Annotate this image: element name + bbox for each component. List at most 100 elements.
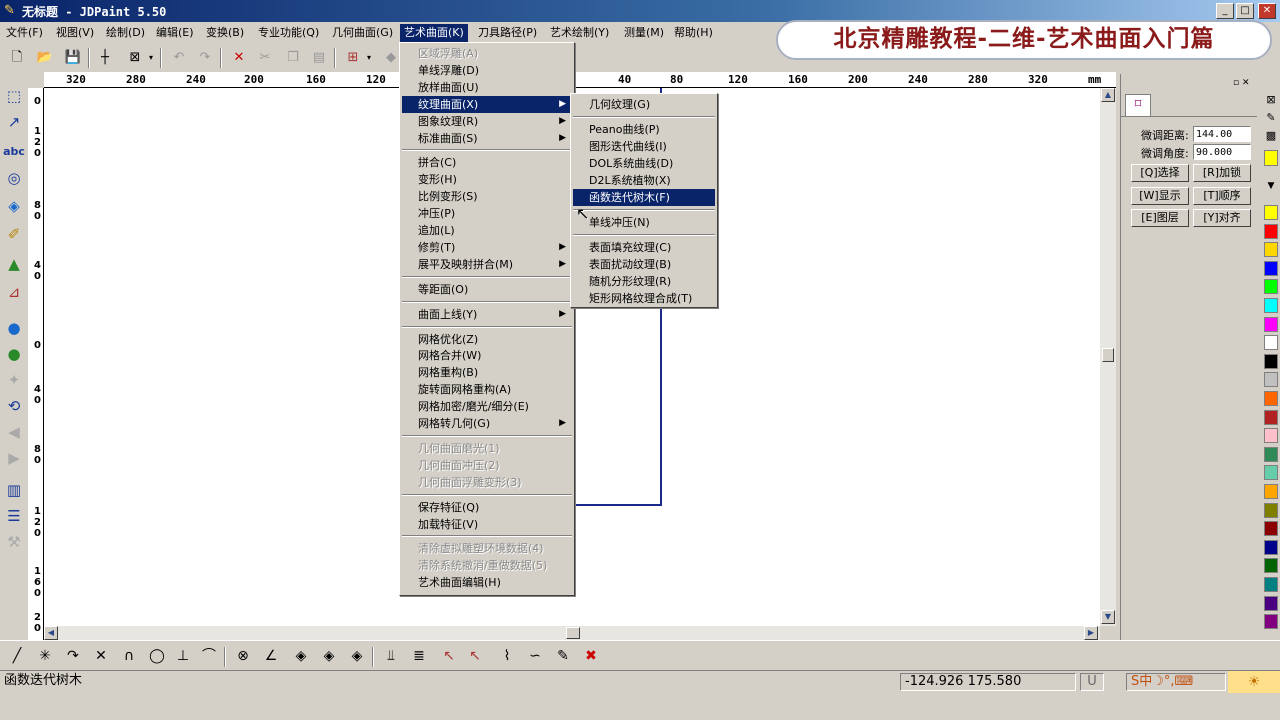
color-swatch[interactable] xyxy=(1264,539,1278,555)
color-swatch[interactable] xyxy=(1264,502,1278,518)
perpendicular-icon[interactable]: ⊥ xyxy=(172,645,194,667)
horizontal-scroll-thumb[interactable] xyxy=(566,627,580,639)
copy-icon[interactable]: ❐ xyxy=(282,47,304,69)
menu-view[interactable]: 视图(V) xyxy=(52,24,98,42)
menu-item-5[interactable]: D2L系统植物(X) xyxy=(573,172,715,189)
crosshair-icon[interactable]: ┼ xyxy=(94,47,116,69)
target-icon[interactable]: ◎ xyxy=(2,166,26,190)
menu-item-4[interactable]: 图象纹理(R) ▶ xyxy=(402,113,572,130)
menu-item-30[interactable]: 保存特征(Q) xyxy=(402,499,572,516)
select-box-icon[interactable]: ⬚ xyxy=(2,84,26,108)
menu-item-34[interactable]: 清除系统撤消/重做数据(5) xyxy=(402,557,572,574)
lock-button[interactable]: [R]加锁 xyxy=(1193,164,1251,182)
grid-diamond-icon[interactable]: ◈ xyxy=(290,645,312,667)
arrow-left-icon[interactable]: ◀ xyxy=(2,420,26,444)
menu-item-11[interactable]: 表面扰动纹理(B) xyxy=(573,256,715,273)
menu-measure[interactable]: 测量(M) xyxy=(620,24,668,42)
menu-toolpath[interactable]: 刀具路径(P) xyxy=(474,24,541,42)
view-dropdown-icon[interactable]: ▾ xyxy=(146,47,156,69)
bezier-icon[interactable]: ⌇ xyxy=(496,645,518,667)
layout-icon[interactable]: ⊞ xyxy=(342,47,364,69)
adjust-angle-input[interactable] xyxy=(1193,144,1251,160)
measure-icon[interactable]: ⊿ xyxy=(2,280,26,304)
menu-item-15[interactable]: 等距面(O) xyxy=(402,281,572,298)
color-swatch[interactable] xyxy=(1264,223,1278,239)
menu-item-3[interactable]: 图形迭代曲线(I) xyxy=(573,138,715,155)
adjust-distance-input[interactable] xyxy=(1193,126,1251,142)
color-swatch[interactable] xyxy=(1264,595,1278,611)
new-file-icon[interactable]: 🗋 xyxy=(6,47,28,69)
menu-item-5[interactable]: 标准曲面(S) ▶ xyxy=(402,130,572,147)
menu-item-35[interactable]: 艺术曲面编辑(H) xyxy=(402,574,572,591)
node-cursor-icon[interactable]: ↖ xyxy=(438,645,460,667)
align-stack-icon[interactable]: ≣ xyxy=(408,645,430,667)
menu-professional[interactable]: 专业功能(Q) xyxy=(254,24,323,42)
layout-dropdown-icon[interactable]: ▾ xyxy=(364,47,374,69)
minimize-button[interactable]: _ xyxy=(1216,3,1234,19)
redo-icon[interactable]: ↷ xyxy=(194,47,216,69)
menu-item-10[interactable]: 冲压(P) xyxy=(402,205,572,222)
menu-item-19[interactable]: 网格优化(Z) xyxy=(402,331,572,348)
menu-art-draw[interactable]: 艺术绘制(Y) xyxy=(546,24,613,42)
select-button[interactable]: [Q]选择 xyxy=(1131,164,1189,182)
menu-item-12[interactable]: 修剪(T) ▶ xyxy=(402,239,572,256)
menu-file[interactable]: 文件(F) xyxy=(2,24,47,42)
menu-item-20[interactable]: 网格合并(W) xyxy=(402,347,572,364)
menu-item-31[interactable]: 加载特征(V) xyxy=(402,516,572,533)
menu-item-21[interactable]: 网格重构(B) xyxy=(402,364,572,381)
menu-item-22[interactable]: 旋转面网格重构(A) xyxy=(402,381,572,398)
horizontal-scrollbar[interactable]: ◀ ▶ xyxy=(44,626,1100,640)
color-swatch[interactable] xyxy=(1264,205,1278,220)
menu-help[interactable]: 帮助(H) xyxy=(670,24,717,42)
pattern-icon[interactable]: ▩ xyxy=(1264,128,1278,144)
curve-tool-icon[interactable]: ↷ xyxy=(62,645,84,667)
menu-item-24[interactable]: 网格转几何(G) ▶ xyxy=(402,415,572,432)
color-swatch[interactable] xyxy=(1264,242,1278,258)
menu-edit[interactable]: 编辑(E) xyxy=(152,24,198,42)
grid-diamond-2-icon[interactable]: ◈ xyxy=(318,645,340,667)
smooth-icon[interactable]: ∽ xyxy=(524,645,546,667)
menu-item-12[interactable]: 随机分形纹理(R) xyxy=(573,273,715,290)
green-bulb-icon[interactable]: ● xyxy=(2,342,26,366)
delete-icon[interactable]: ✕ xyxy=(228,47,250,69)
pen-icon[interactable]: ✎ xyxy=(1264,110,1278,126)
cross-tool-icon[interactable]: ✕ xyxy=(90,645,112,667)
hammer-icon[interactable]: ⚒ xyxy=(2,530,26,554)
color-swatch[interactable] xyxy=(1264,614,1278,630)
vertical-scrollbar[interactable]: ▲ ▼ xyxy=(1100,88,1116,626)
menu-item-2[interactable]: 放样曲面(U) xyxy=(402,79,572,96)
list-icon[interactable]: ☰ xyxy=(2,504,26,528)
order-button[interactable]: [T]顺序 xyxy=(1193,187,1251,205)
line-tool-icon[interactable]: ╱ xyxy=(6,645,28,667)
grid-diamond-3-icon[interactable]: ◈ xyxy=(346,645,368,667)
layers-icon[interactable]: ▥ xyxy=(2,478,26,502)
snap-point-icon[interactable]: ⊗ xyxy=(232,645,254,667)
menu-item-3[interactable]: 纹理曲面(X) ▶ xyxy=(402,95,572,113)
undo-icon[interactable]: ↶ xyxy=(168,47,190,69)
color-swatch[interactable] xyxy=(1264,484,1278,499)
menu-item-10[interactable]: 表面填充纹理(C) xyxy=(573,239,715,256)
arc-tool-icon[interactable]: ∩ xyxy=(118,645,140,667)
menu-item-8[interactable]: 单线冲压(N) xyxy=(573,214,715,231)
node-delete-icon[interactable]: ↖ xyxy=(464,645,486,667)
color-swatch[interactable] xyxy=(1264,353,1278,369)
text-abc-icon[interactable]: abc xyxy=(2,140,26,164)
menu-geometric-surface[interactable]: 几何曲面(G) xyxy=(328,24,397,42)
scroll-right-icon[interactable]: ▶ xyxy=(1084,626,1098,640)
cancel-icon[interactable]: ✖ xyxy=(580,645,602,667)
align-bottom-icon[interactable]: ⫫ xyxy=(380,645,402,667)
close-button[interactable]: ✕ xyxy=(1258,3,1276,19)
color-swatch[interactable] xyxy=(1264,558,1278,574)
color-swatch[interactable] xyxy=(1264,279,1278,295)
palette-dropdown-icon[interactable]: ▼ xyxy=(1264,178,1278,194)
menu-item-11[interactable]: 追加(L) xyxy=(402,222,572,239)
save-icon[interactable]: 💾 xyxy=(62,47,84,69)
color-swatch[interactable] xyxy=(1264,298,1278,313)
menu-item-2[interactable]: Peano曲线(P) xyxy=(573,121,715,138)
diamond-icon[interactable]: ◈ xyxy=(2,194,26,218)
cone-icon[interactable]: ▲ xyxy=(2,252,26,276)
node-edit-icon[interactable]: ↗ xyxy=(2,110,26,134)
current-color-swatch[interactable] xyxy=(1264,150,1278,166)
view-box-icon[interactable]: ⊠ xyxy=(124,47,146,69)
color-swatch[interactable] xyxy=(1264,465,1278,481)
